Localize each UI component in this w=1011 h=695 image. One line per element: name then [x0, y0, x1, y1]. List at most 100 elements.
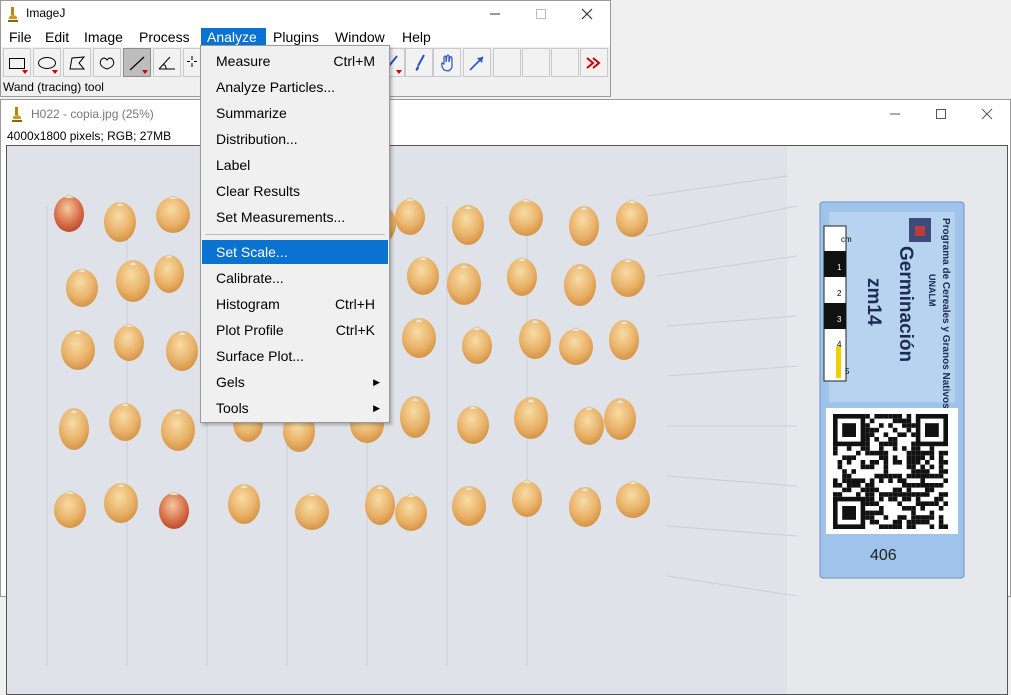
qr-module — [874, 450, 879, 456]
qr-module — [892, 496, 898, 502]
empty-tool-slot-3[interactable] — [551, 48, 579, 77]
menu-process[interactable]: Process — [133, 28, 196, 47]
more-tools-button[interactable] — [580, 48, 608, 77]
corn-kernel — [365, 485, 395, 525]
arrow-tool-button[interactable] — [463, 48, 491, 77]
qr-module — [902, 423, 907, 428]
qr-module — [925, 487, 930, 493]
qr-module — [897, 418, 902, 424]
menu-edit[interactable]: Edit — [39, 28, 75, 47]
qr-module — [874, 414, 879, 419]
qr-module — [865, 483, 870, 488]
imagej-minimize-button[interactable] — [472, 1, 518, 27]
menu-item-histogram[interactable]: Histogram Ctrl+H — [202, 292, 388, 316]
menu-file[interactable]: File — [3, 28, 38, 47]
qr-module — [869, 450, 875, 456]
qr-module — [934, 483, 939, 488]
qr-module — [915, 483, 921, 488]
menu-item-summarize[interactable]: Summarize — [202, 101, 388, 125]
qr-module — [833, 492, 838, 497]
menu-item-calibrate[interactable]: Calibrate... — [202, 266, 388, 290]
menu-item-clear-results[interactable]: Clear Results — [202, 179, 388, 203]
angle-tool-button[interactable] — [153, 48, 181, 77]
qr-module — [911, 519, 916, 525]
qr-module — [865, 423, 870, 428]
qr-module — [938, 515, 944, 520]
qr-module — [906, 450, 912, 456]
corn-kernel — [512, 481, 542, 517]
image-info-line: 4000x1800 pixels; RGB; 27MB — [7, 129, 172, 143]
qr-module — [929, 501, 935, 506]
menu-item-plot-profile[interactable]: Plot Profile Ctrl+K — [202, 318, 388, 342]
imagej-maximize-button[interactable] — [518, 1, 564, 27]
card-heading: Germinación — [895, 246, 916, 362]
point-tool-button[interactable] — [183, 48, 201, 77]
qr-module — [943, 501, 948, 506]
qr-module — [869, 418, 875, 424]
qr-module — [888, 441, 893, 447]
straight-line-tool-button[interactable] — [123, 48, 151, 77]
freehand-tool-button[interactable] — [93, 48, 121, 77]
qr-module — [874, 510, 879, 516]
image-maximize-button[interactable] — [918, 101, 964, 127]
image-window-title: H022 - copia.jpg (25%) — [31, 107, 154, 121]
menu-item-analyze-particles[interactable]: Analyze Particles... — [202, 75, 388, 99]
label-card: cm 1 2 3 4 5 Programa de Cereales y Gran… — [819, 201, 965, 579]
qr-module — [911, 524, 916, 529]
polygon-tool-button[interactable] — [63, 48, 91, 77]
qr-module — [920, 519, 925, 525]
corn-kernel — [604, 398, 636, 440]
menu-help[interactable]: Help — [396, 28, 437, 47]
rectangle-tool-button[interactable] — [3, 48, 31, 77]
image-minimize-button[interactable] — [872, 101, 918, 127]
qr-module — [902, 432, 907, 437]
qr-module — [934, 501, 939, 506]
image-canvas[interactable]: cm 1 2 3 4 5 Programa de Cereales y Gran… — [6, 145, 1008, 695]
qr-module — [869, 478, 875, 483]
menu-item-set-measurements[interactable]: Set Measurements... — [202, 205, 388, 229]
qr-module — [874, 501, 879, 506]
image-window: H022 - copia.jpg (25%) 4000x1800 pixels;… — [0, 99, 1011, 695]
hand-tool-button[interactable] — [433, 48, 461, 77]
menu-item-label[interactable]: Label — [202, 153, 388, 177]
empty-tool-slot-1[interactable] — [493, 48, 521, 77]
imagej-close-button[interactable] — [564, 1, 610, 27]
qr-module — [943, 492, 948, 497]
empty-tool-slot-2[interactable] — [522, 48, 550, 77]
image-window-titlebar[interactable]: H022 - copia.jpg (25%) — [1, 100, 1010, 128]
oval-tool-button[interactable] — [33, 48, 61, 77]
qr-module — [869, 427, 875, 433]
corn-kernel — [609, 320, 639, 360]
qr-module — [865, 414, 870, 419]
menu-item-measure[interactable]: Measure Ctrl+M — [202, 49, 388, 73]
qr-module — [888, 473, 893, 479]
menu-item-tools[interactable]: Tools ▶ — [202, 396, 388, 420]
qr-module — [869, 464, 875, 470]
menu-item-gels[interactable]: Gels ▶ — [202, 370, 388, 394]
qr-module — [856, 450, 861, 456]
qr-module — [892, 473, 898, 479]
qr-module — [938, 455, 944, 460]
menu-item-set-scale[interactable]: Set Scale... — [202, 240, 388, 264]
qr-module — [897, 492, 902, 497]
qr-module — [869, 483, 875, 488]
qr-module — [869, 492, 875, 497]
menu-item-surface-plot[interactable]: Surface Plot... — [202, 344, 388, 368]
qr-module — [938, 473, 944, 479]
qr-module — [902, 483, 907, 488]
qr-module — [860, 460, 866, 465]
imagej-titlebar[interactable]: ImageJ — [1, 1, 610, 27]
brush-tool-button[interactable] — [405, 48, 433, 77]
corn-kernel — [519, 319, 551, 359]
qr-module — [915, 492, 921, 497]
corn-kernel — [66, 269, 98, 307]
menu-image[interactable]: Image — [78, 28, 129, 47]
qr-module — [920, 483, 925, 488]
menu-item-distribution[interactable]: Distribution... — [202, 127, 388, 151]
qr-module — [869, 519, 875, 525]
qr-module — [833, 478, 838, 483]
qr-module — [943, 469, 948, 474]
qr-module — [888, 496, 893, 502]
image-close-button[interactable] — [964, 101, 1010, 127]
qr-module — [892, 418, 898, 424]
